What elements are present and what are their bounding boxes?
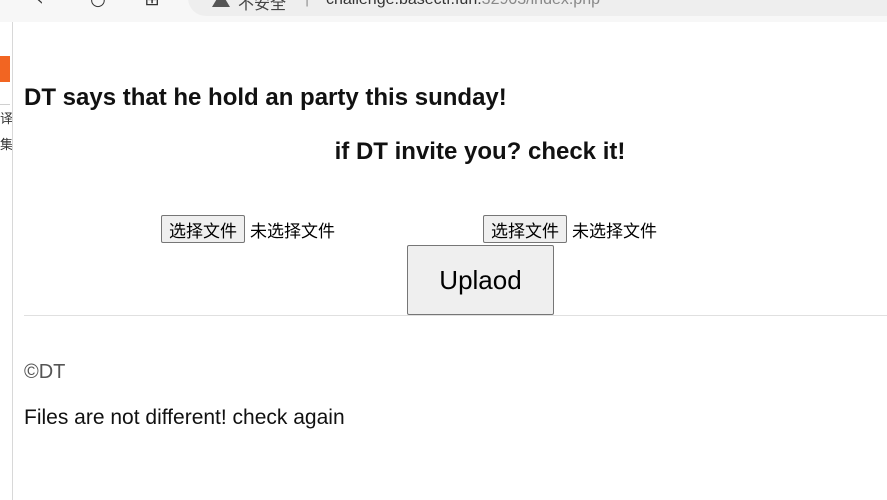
page-subheading: if DT invite you? check it!: [334, 138, 626, 165]
file-status-1: 未选择文件: [250, 221, 335, 242]
choose-file-button-2[interactable]: 选择文件: [483, 215, 567, 243]
page-content: DT says that he hold an party this sunda…: [12, 22, 887, 500]
page-heading: DT says that he hold an party this sunda…: [24, 84, 507, 111]
copyright-text: ©DT: [24, 361, 66, 383]
file-input-2[interactable]: 选择文件 未选择文件: [483, 215, 657, 243]
browser-toolbar: ‹ ○ ⊞ 不安全 | challenge.basectf.fun:32903/…: [0, 0, 887, 22]
reload-icon[interactable]: ○: [88, 0, 108, 10]
side-panel-divider: [0, 104, 10, 105]
apps-icon[interactable]: ⊞: [142, 0, 162, 10]
file-status-2: 未选择文件: [572, 221, 657, 242]
url-port-path: 32903/index.php: [482, 0, 600, 8]
result-message: Files are not different! check again: [24, 406, 345, 429]
url-separator: |: [305, 0, 309, 8]
warning-icon[interactable]: [212, 0, 230, 7]
security-label[interactable]: 不安全: [238, 0, 286, 14]
horizontal-divider: [24, 315, 887, 316]
choose-file-button-1[interactable]: 选择文件: [161, 215, 245, 243]
back-icon[interactable]: ‹: [30, 0, 50, 10]
url-text[interactable]: challenge.basectf.fun:32903/index.php: [326, 0, 600, 9]
side-panel-accent: [0, 56, 10, 82]
url-host: challenge.basectf.fun:: [326, 0, 482, 8]
upload-button[interactable]: Uplaod: [407, 245, 554, 315]
file-input-1[interactable]: 选择文件 未选择文件: [161, 215, 335, 243]
